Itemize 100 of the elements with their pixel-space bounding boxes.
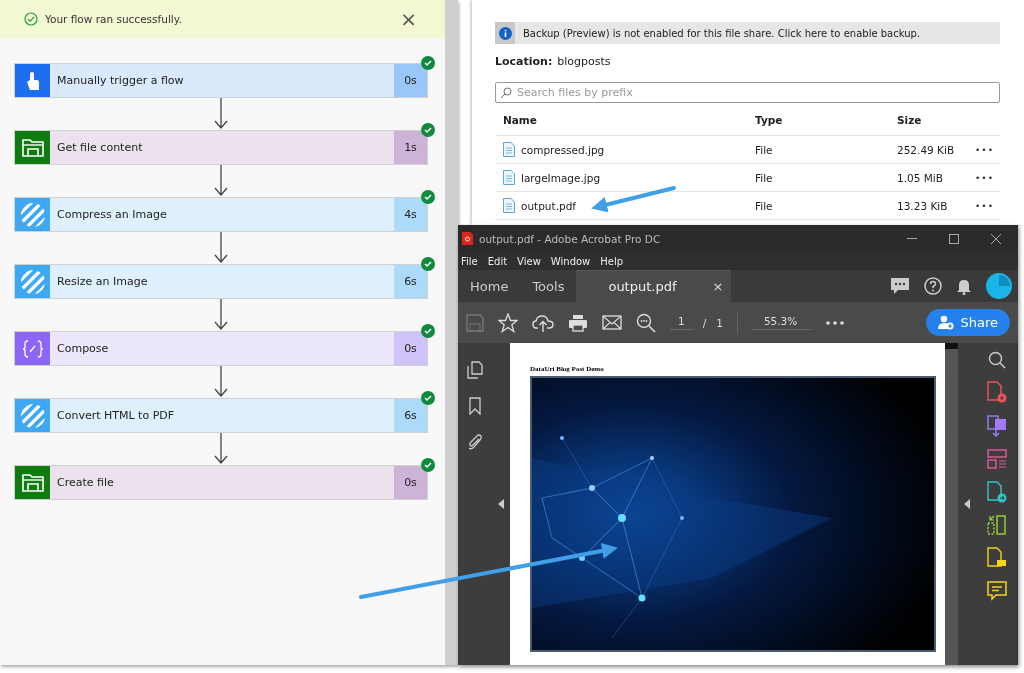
striped-circle-icon — [19, 268, 46, 295]
menu-item[interactable]: View — [517, 255, 541, 267]
collapse-left-icon[interactable] — [964, 499, 970, 509]
zoom-dropdown[interactable]: 55.3% — [751, 315, 812, 330]
close-button[interactable]: × — [396, 9, 421, 29]
bookmark-icon[interactable] — [469, 397, 481, 415]
table-cell-text: File — [755, 143, 774, 156]
step-title: Manually trigger a flow — [56, 73, 185, 89]
striped-circle-icon — [19, 201, 46, 228]
tab[interactable]: Home — [458, 270, 521, 302]
avatar-icon[interactable] — [986, 273, 1012, 299]
file-icon — [503, 170, 515, 185]
split-page-icon[interactable] — [986, 515, 1007, 535]
window-title: output.pdf - Adobe Acrobat Pro DC — [479, 232, 662, 245]
more-button[interactable]: ••• — [969, 144, 1000, 155]
flow-step-card[interactable]: Compress an Image 4s — [14, 197, 428, 232]
step-title: Compose — [56, 341, 110, 357]
hand-pointer-icon — [24, 70, 41, 91]
zoom-icon[interactable] — [987, 351, 1006, 369]
down-arrow — [213, 165, 229, 197]
step-duration: 1s — [394, 131, 427, 164]
file-icon — [503, 142, 515, 157]
striped-circle-icon — [19, 402, 46, 429]
step-duration: 0s — [394, 332, 427, 365]
menu-item[interactable]: Help — [600, 255, 624, 267]
flow-step-card[interactable]: Resize an Image 6s — [14, 264, 428, 299]
step-title: Resize an Image — [56, 274, 149, 290]
page-separator: / — [702, 316, 707, 329]
flow-step-card[interactable]: Manually trigger a flow 0s — [14, 63, 428, 98]
success-message: Your flow ran successfully. — [45, 13, 183, 25]
star-icon[interactable] — [498, 312, 518, 333]
tab[interactable]: output.pdf × — [576, 270, 732, 302]
document-arrow-icon[interactable] — [986, 481, 1007, 503]
more-button[interactable]: ••• — [969, 200, 1000, 211]
down-arrow — [213, 232, 229, 264]
braces-icon — [21, 339, 44, 358]
down-arrow — [213, 433, 229, 465]
document-plus-icon[interactable] — [986, 381, 1007, 403]
help-icon[interactable] — [924, 277, 942, 295]
info-bar[interactable]: Backup (Preview) is not enabled for this file share. Click here to enable backup. — [495, 22, 1000, 44]
step-title: Convert HTML to PDF — [56, 408, 176, 424]
paperclip-icon[interactable] — [467, 433, 483, 451]
bell-icon[interactable] — [956, 277, 972, 295]
print-icon[interactable] — [568, 313, 588, 332]
step-duration: 0s — [394, 466, 427, 499]
info-icon — [498, 26, 512, 40]
search-field[interactable]: Search files by prefix — [495, 82, 1000, 103]
location-label: Location: — [495, 55, 553, 68]
step-duration: 4s — [394, 198, 427, 231]
page-count: 1 — [716, 316, 723, 329]
location-value: blogposts — [557, 55, 611, 68]
flow-step-card[interactable]: Compose 0s — [14, 331, 428, 366]
down-arrow — [213, 366, 229, 398]
tab[interactable]: Tools — [520, 270, 577, 302]
table-cell-text: 1.05 MiB — [897, 171, 944, 184]
mail-icon[interactable] — [602, 315, 622, 330]
table-cell-text: File — [755, 199, 774, 212]
menu-item[interactable]: File — [461, 255, 478, 267]
step-title: Create file — [56, 475, 115, 491]
add-user-icon — [938, 315, 955, 330]
step-duration: 6s — [394, 399, 427, 432]
tab-close-button[interactable]: × — [712, 279, 724, 294]
pages-icon[interactable] — [467, 361, 483, 379]
pdf-file-icon — [462, 232, 473, 245]
table-cell-text: 13.23 KiB — [897, 199, 949, 212]
menu-item[interactable]: Window — [550, 255, 591, 267]
more-button[interactable]: ••• — [969, 172, 1000, 183]
share-button[interactable]: Share — [926, 309, 1010, 336]
document-comment-icon[interactable] — [986, 547, 1007, 569]
close-icon[interactable] — [991, 233, 1001, 244]
document-export-icon[interactable] — [986, 415, 1007, 437]
table-cell-text: File — [755, 171, 774, 184]
maximize-icon[interactable] — [949, 233, 959, 244]
cloud-upload-icon[interactable] — [532, 312, 554, 333]
column-header: Size — [897, 114, 923, 126]
table-cell-text: 252.49 KiB — [897, 143, 956, 156]
file-name[interactable]: compressed.jpg — [521, 143, 605, 156]
down-arrow — [213, 299, 229, 331]
success-icon — [24, 12, 38, 26]
menu-item[interactable]: Edit — [487, 255, 508, 267]
column-header: Name — [503, 114, 538, 126]
search-icon[interactable] — [636, 312, 656, 333]
file-name[interactable]: output.pdf — [521, 199, 576, 212]
step-title: Compress an Image — [56, 207, 168, 223]
down-arrow — [213, 98, 229, 130]
flow-step-card[interactable]: Convert HTML to PDF 6s — [14, 398, 428, 433]
page-number-field[interactable]: 1 — [670, 315, 693, 330]
more-icon[interactable] — [825, 320, 844, 325]
flow-step-card[interactable]: Get file content 1s — [14, 130, 428, 165]
flow-step-card[interactable]: Create file 0s — [14, 465, 428, 500]
folder-icon — [20, 472, 45, 493]
step-duration: 6s — [394, 265, 427, 298]
minimize-icon[interactable] — [907, 237, 917, 240]
file-name[interactable]: largeImage.jpg — [521, 171, 601, 184]
collapse-left-icon[interactable] — [498, 499, 504, 509]
comment-icon[interactable] — [986, 581, 1007, 601]
column-header: Type — [755, 114, 784, 126]
file-icon — [503, 198, 515, 213]
comment-icon[interactable] — [890, 277, 910, 295]
folder-icon — [20, 137, 45, 158]
